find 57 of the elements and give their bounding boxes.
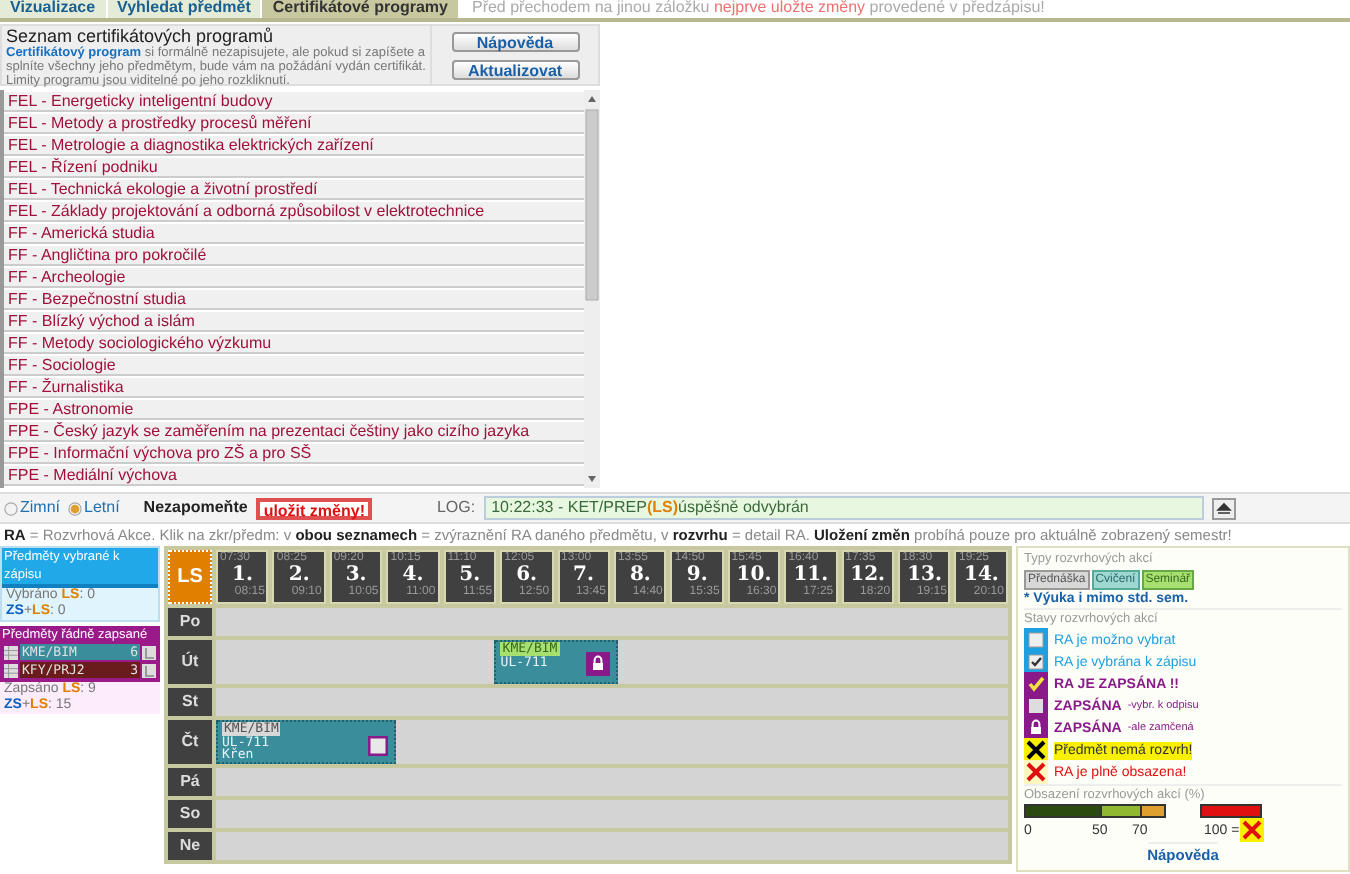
program-item[interactable]: FF - Archeologie bbox=[4, 268, 584, 288]
program-item[interactable]: FEL - Základy projektování a odborná způsobilost v elektrotechnice bbox=[4, 202, 584, 222]
tab[interactable]: Certifikátové programy bbox=[262, 0, 460, 18]
chart-icon[interactable] bbox=[142, 663, 156, 677]
panel-button[interactable]: Nápověda bbox=[451, 31, 579, 51]
program-item[interactable]: FF - Metody sociologického výzkumu bbox=[4, 334, 584, 354]
radio-label: Letní bbox=[84, 496, 120, 520]
empty-box-icon bbox=[1024, 628, 1048, 652]
checked-box-icon bbox=[1024, 650, 1048, 674]
empty-box-icon bbox=[1024, 694, 1048, 718]
program-item[interactable]: FF - Bezpečnostní studia bbox=[4, 290, 584, 310]
day-label: So bbox=[168, 800, 212, 828]
panel-title: Seznam certifikátových programů bbox=[6, 26, 276, 46]
cross-icon bbox=[1024, 738, 1048, 762]
warning-text: Před přechodem na jinou záložku nejprve uložte změny provedené v předzápisu! bbox=[471, 0, 1045, 18]
program-item[interactable]: FF - Sociologie bbox=[4, 356, 584, 376]
program-item[interactable]: FEL - Metrologie a diagnostika elektrických zařízení bbox=[4, 136, 584, 156]
grid-icon[interactable] bbox=[4, 663, 18, 677]
panel-button[interactable]: Aktualizovat bbox=[451, 59, 579, 79]
cross-icon bbox=[1239, 818, 1264, 843]
program-item[interactable]: FEL - Energeticky inteligentní budovy bbox=[4, 92, 584, 112]
tab[interactable]: Vizualizace bbox=[0, 0, 108, 18]
program-item[interactable]: FPE - Mediální výchova bbox=[4, 466, 584, 486]
day-label: Ne bbox=[168, 832, 212, 860]
program-item[interactable]: FF - Žurnalistika bbox=[4, 378, 584, 398]
cross-icon bbox=[1024, 760, 1048, 784]
program-item[interactable]: FEL - Řízení podniku bbox=[4, 158, 584, 178]
program-item[interactable]: FPE - Astronomie bbox=[4, 400, 584, 420]
program-item[interactable]: FF - Angličtina pro pokročilé bbox=[4, 246, 584, 266]
program-item[interactable]: FEL - Technická ekologie a životní prostředí bbox=[4, 180, 584, 200]
program-item[interactable]: FEL - Metody a prostředky procesů měření bbox=[4, 114, 584, 134]
chart-icon[interactable] bbox=[142, 645, 156, 659]
program-item[interactable]: FF - Americká studia bbox=[4, 224, 584, 244]
day-label: Út bbox=[168, 640, 212, 684]
semester-cell: LS bbox=[168, 550, 212, 604]
program-item[interactable]: FPE - Český jazyk se zaměřením na prezentaci češtiny jako cizího jazyka bbox=[4, 422, 584, 442]
lock-icon bbox=[1024, 716, 1048, 740]
save-button[interactable]: uložit změny! bbox=[255, 497, 373, 519]
day-label: St bbox=[168, 688, 212, 716]
radio-button[interactable] bbox=[68, 501, 82, 515]
day-label: Po bbox=[168, 608, 212, 636]
program-item[interactable]: FF - Blízký východ a islám bbox=[4, 312, 584, 332]
log-label: LOG: bbox=[436, 496, 476, 520]
radio-label: Zimní bbox=[20, 496, 60, 520]
eject-icon[interactable] bbox=[1211, 497, 1236, 519]
lock-icon bbox=[586, 652, 611, 676]
radio-button[interactable] bbox=[4, 501, 18, 515]
tab[interactable]: Vyhledat předmět bbox=[107, 0, 263, 18]
checkmark-icon bbox=[1024, 672, 1048, 696]
grid-icon[interactable] bbox=[4, 645, 18, 659]
log-field: 10:22:33 - KET/PREP(LS)úspěšně odvybrán bbox=[483, 496, 1204, 520]
day-label: Pá bbox=[168, 768, 212, 796]
reminder-label: Nezapomeňte bbox=[143, 496, 248, 520]
checkbox-icon[interactable] bbox=[367, 736, 388, 756]
day-label: Čt bbox=[168, 720, 212, 764]
scrollbar[interactable] bbox=[584, 90, 600, 488]
program-item[interactable]: FPE - Informační výchova pro ZŠ a pro SŠ bbox=[4, 444, 584, 464]
